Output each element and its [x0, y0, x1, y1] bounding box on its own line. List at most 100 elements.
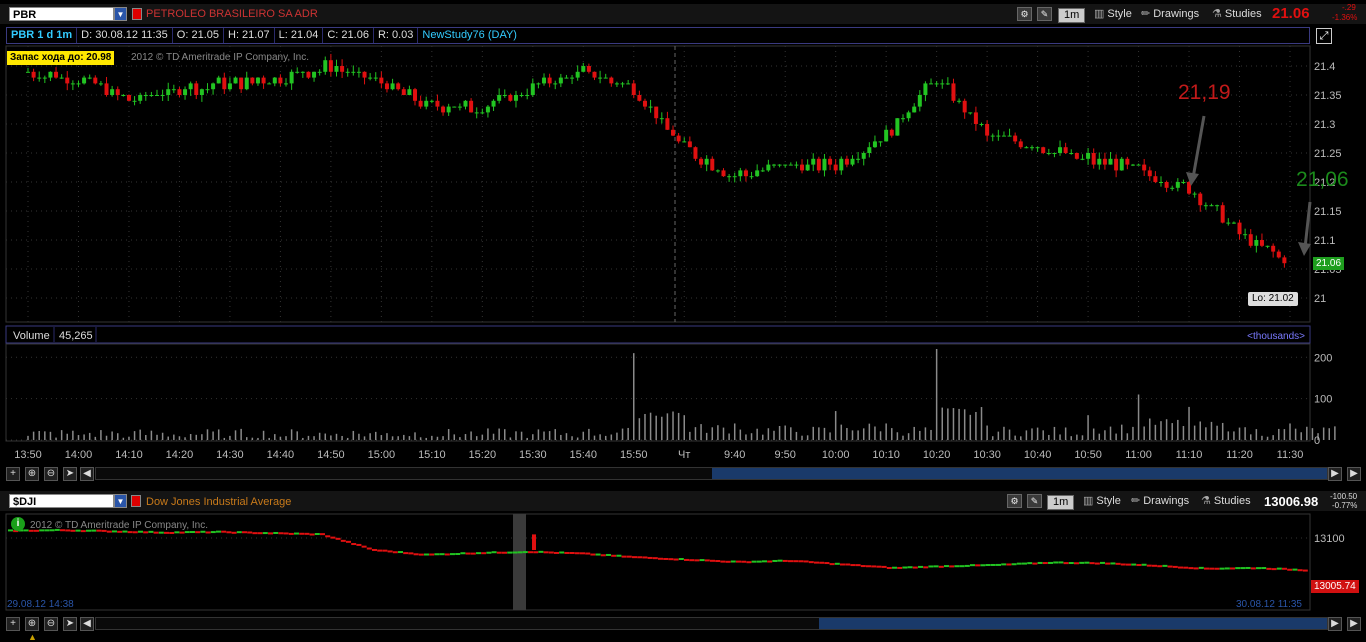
time-tick-label: 11:00: [1125, 449, 1152, 461]
dji-segment: [398, 551, 403, 554]
dji-segment: [762, 560, 767, 563]
time-scrollbar[interactable]: [95, 467, 1328, 480]
drawings-button-dji[interactable]: ✏ Drawings: [1131, 493, 1189, 509]
timeframe-button[interactable]: 1m: [1058, 8, 1086, 23]
dji-segment: [704, 559, 710, 562]
dji-segment: [184, 531, 190, 534]
info-icon[interactable]: i: [11, 517, 25, 531]
dji-segment: [1074, 562, 1079, 565]
candle-body: [1170, 187, 1175, 189]
candle-body: [48, 71, 53, 78]
dji-start-date: 29.08.12 14:38: [7, 599, 74, 610]
dji-segment: [1146, 564, 1152, 567]
scroll-end-button[interactable]: ▶: [1347, 467, 1361, 481]
candle-body: [609, 77, 614, 84]
price-tick-label: 21.35: [1314, 90, 1342, 102]
zoom-out-icon[interactable]: +: [6, 617, 20, 631]
zoom-out-icon[interactable]: +: [6, 467, 20, 481]
candle-body: [1114, 158, 1119, 171]
chart-settings-icon[interactable]: ⚙: [1017, 7, 1032, 21]
candle-body: [76, 83, 81, 85]
drawings-button[interactable]: ✏ Drawings: [1141, 6, 1199, 22]
candle-body: [1164, 182, 1169, 188]
wrench-icon[interactable]: ✎: [1037, 7, 1052, 21]
candle-body: [743, 170, 748, 177]
time-scrollbar-thumb[interactable]: [712, 468, 1327, 479]
zoom-reset-icon[interactable]: ⊖: [44, 467, 58, 481]
dji-segment: [309, 533, 315, 536]
price-chart[interactable]: 21.421.3521.321.2521.221.1521.121.0521 V…: [0, 44, 1366, 464]
dji-segment: [335, 537, 341, 540]
dji-segment: [1271, 568, 1277, 571]
dji-gap-bar: [532, 534, 536, 550]
studies-label: Studies: [1224, 8, 1262, 20]
candle-body: [491, 100, 496, 107]
chart-settings-icon[interactable]: ⚙: [1007, 494, 1022, 508]
candle-body: [822, 158, 827, 171]
wrench-icon[interactable]: ✎: [1027, 494, 1042, 508]
zoom-in-icon[interactable]: ⊕: [25, 617, 39, 631]
dji-segment: [247, 531, 253, 534]
candle-body: [104, 83, 109, 95]
dji-segment: [1048, 561, 1053, 564]
scroll-left-button[interactable]: ◀: [80, 467, 94, 481]
candle-body: [861, 153, 866, 159]
scroll-left-button[interactable]: ◀: [80, 617, 94, 631]
candle-body: [553, 83, 558, 85]
dji-segment: [372, 548, 377, 551]
studies-button[interactable]: ⚗ Studies: [1212, 6, 1262, 22]
symbol-input[interactable]: PBR: [9, 7, 114, 21]
time-scrollbar-thumb[interactable]: [819, 618, 1327, 629]
candle-body: [497, 95, 502, 101]
scroll-end-button[interactable]: ▶: [1347, 617, 1361, 631]
candle-body: [328, 60, 333, 72]
dji-segment: [996, 563, 1001, 566]
scroll-right-button[interactable]: ▶: [1328, 467, 1342, 481]
candle-body: [1097, 158, 1102, 165]
collapse-handle-icon[interactable]: ▲: [28, 632, 37, 642]
dji-segment: [580, 552, 585, 555]
symbol-dropdown-button-dji[interactable]: ▼: [114, 494, 127, 508]
candle-body: [1119, 158, 1124, 171]
cursor-icon[interactable]: ➤: [63, 467, 77, 481]
candle-body: [199, 89, 204, 95]
dji-segment: [403, 552, 409, 555]
price-panel-border: [5, 45, 1311, 323]
candle-body: [912, 106, 917, 113]
style-button-dji[interactable]: ▥ Style: [1083, 493, 1121, 509]
cursor-icon[interactable]: ➤: [63, 617, 77, 631]
time-tick-label: 15:50: [620, 449, 648, 461]
studies-label: Studies: [1213, 495, 1251, 507]
dji-segment: [1001, 563, 1007, 566]
symbol-input-dji[interactable]: $DJI: [9, 494, 114, 508]
studies-button-dji[interactable]: ⚗ Studies: [1201, 493, 1251, 509]
dji-segment: [600, 554, 606, 557]
candle-body: [345, 71, 350, 73]
candle-body: [463, 100, 468, 107]
dji-segment: [850, 564, 856, 567]
time-axis: 13:50 14:00 14:10 14:20 14:30 14:40 14:50 15:00…: [14, 449, 1303, 461]
symbol-dropdown-button[interactable]: ▼: [114, 7, 127, 21]
style-label: Style: [1107, 8, 1132, 20]
scroll-right-button[interactable]: ▶: [1328, 617, 1342, 631]
dji-segment: [1250, 567, 1256, 570]
expand-panel-icon[interactable]: ⤢: [1316, 28, 1332, 44]
candle-body: [665, 118, 670, 130]
candle-body: [900, 118, 905, 120]
candle-body: [110, 89, 115, 95]
dji-segment: [1297, 569, 1303, 572]
zoom-reset-icon[interactable]: ⊖: [44, 617, 58, 631]
dji-segment: [1261, 567, 1267, 570]
candle-body: [934, 83, 939, 85]
dji-segment: [450, 553, 455, 556]
time-scrollbar-dji[interactable]: [95, 617, 1328, 630]
timeframe-button-dji[interactable]: 1m: [1047, 495, 1075, 510]
zoom-in-icon[interactable]: ⊕: [25, 467, 39, 481]
arrow-line: [1191, 115, 1206, 179]
dji-segment: [1068, 562, 1074, 565]
dji-segment: [860, 565, 866, 568]
dji-segment: [886, 567, 892, 570]
style-button[interactable]: ▥ Style: [1094, 6, 1132, 22]
candle-body: [699, 158, 704, 165]
style-icon: ▥: [1083, 495, 1094, 507]
